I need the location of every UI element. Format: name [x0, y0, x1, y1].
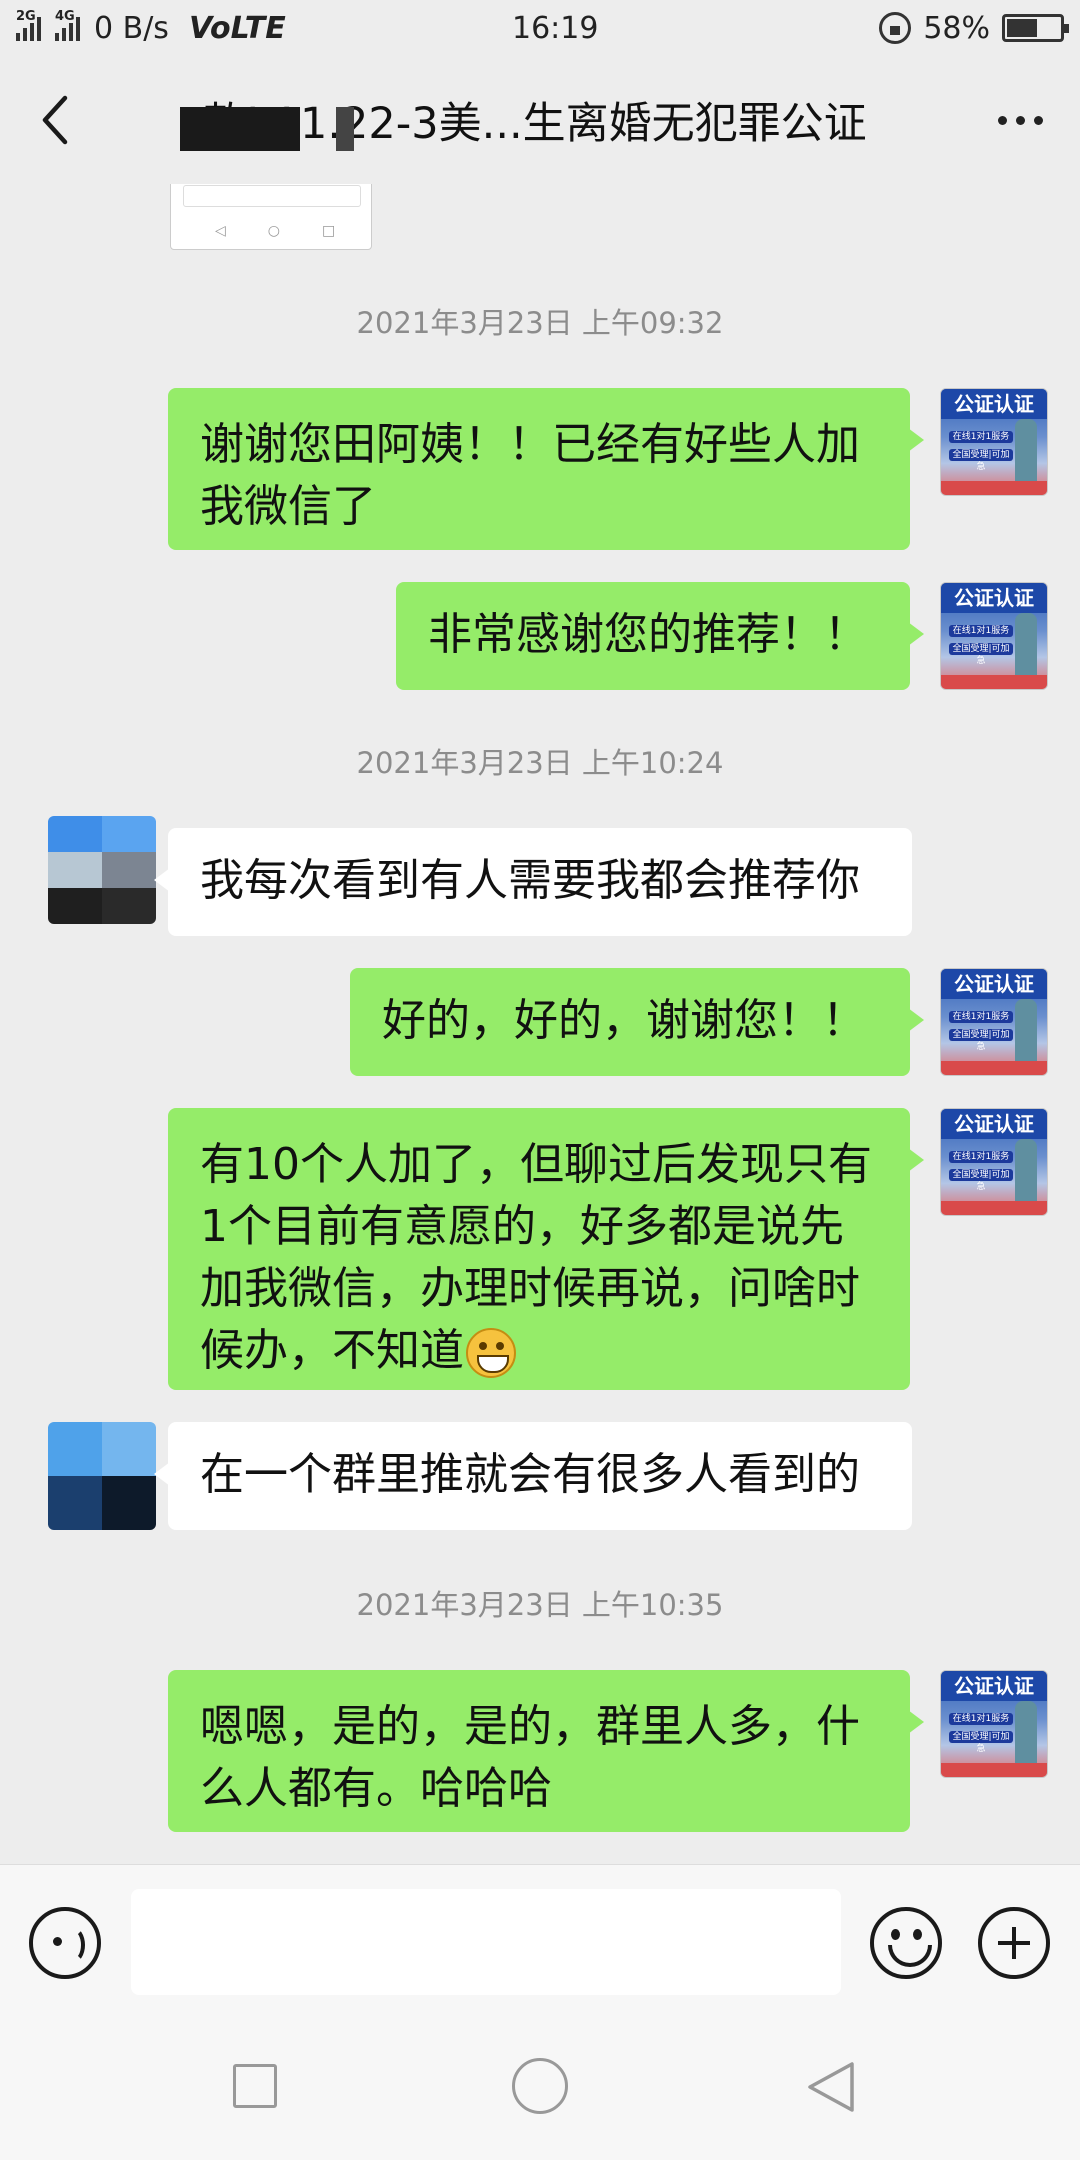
avatar-title: 公证认证: [941, 969, 1047, 999]
timestamp: 2021年3月23日 上午10:24: [356, 746, 724, 780]
message-text: 有10个人加了，但聊过后发现只有 1个目前有意愿的，好多都是说先 加我微信，办理…: [200, 1139, 872, 1376]
avatar-footer: [941, 481, 1047, 495]
thumbnail-input: [183, 185, 361, 207]
statue-icon: [1015, 999, 1037, 1069]
avatar-row: 在线1对1服务: [949, 1011, 1013, 1023]
avatar-row: 全国受理|可加急: [949, 1169, 1013, 1192]
emoji-button[interactable]: [870, 1907, 942, 1979]
avatar-row: 全国受理|可加急: [949, 1029, 1013, 1052]
statue-icon: [1015, 419, 1037, 489]
statue-icon: [1015, 613, 1037, 683]
dot-icon: [1033, 115, 1043, 125]
chat-title-text: 款Ⅰ 11.22-3美...生离婚无犯罪公证: [203, 99, 867, 149]
statue-icon: [1015, 1701, 1037, 1771]
avatar-self[interactable]: 公证认证 在线1对1服务 全国受理|可加急: [940, 1670, 1048, 1778]
message-input[interactable]: [131, 1889, 841, 1995]
message-bubble-outgoing[interactable]: 好的，好的，谢谢您！！: [350, 968, 924, 1076]
message-bubble-outgoing[interactable]: 谢谢您田阿姨！！已经有好些人加 我微信了: [168, 388, 924, 550]
home-button[interactable]: [512, 2058, 568, 2114]
image-message-thumbnail[interactable]: ◁○□: [170, 184, 372, 250]
signal-label: 2G: [16, 9, 36, 24]
avatar-contact[interactable]: [48, 816, 156, 924]
avatar-row: 在线1对1服务: [949, 1713, 1013, 1725]
message-bubble-outgoing[interactable]: 有10个人加了，但聊过后发现只有 1个目前有意愿的，好多都是说先 加我微信，办理…: [168, 1108, 924, 1390]
avatar-title: 公证认证: [941, 1671, 1047, 1701]
avatar-footer: [941, 1201, 1047, 1215]
battery-percent: 58%: [923, 10, 990, 46]
volte-indicator: VoLTE: [188, 10, 286, 46]
signal-label-2: 4G: [55, 9, 75, 24]
thumbnail-nav: ◁○□: [215, 223, 378, 239]
more-actions-button[interactable]: [978, 1907, 1050, 1979]
avatar-row: 在线1对1服务: [949, 625, 1013, 637]
dot-icon: [1015, 115, 1025, 125]
chat-header: 款Ⅰ 11.22-3美...生离婚无犯罪公证: [0, 56, 1080, 184]
avatar-title: 公证认证: [941, 389, 1047, 419]
message-bubble-outgoing[interactable]: 非常感谢您的推荐！！: [396, 582, 924, 690]
more-options-button[interactable]: [960, 56, 1080, 184]
avatar-title: 公证认证: [941, 583, 1047, 613]
clock: 16:19: [512, 10, 599, 46]
avatar-title: 公证认证: [941, 1109, 1047, 1139]
avatar-self[interactable]: 公证认证 在线1对1服务 全国受理|可加急: [940, 1108, 1048, 1216]
timestamp: 2021年3月23日 上午10:35: [356, 1588, 724, 1622]
avatar-footer: [941, 1061, 1047, 1075]
chat-title[interactable]: 款Ⅰ 11.22-3美...生离婚无犯罪公证: [110, 89, 960, 151]
avatar-self[interactable]: 公证认证 在线1对1服务 全国受理|可加急: [940, 388, 1048, 496]
message-bubble-incoming[interactable]: 在一个群里推就会有很多人看到的: [154, 1422, 912, 1530]
rotation-lock-icon: [879, 12, 912, 44]
signal-icon-2: 4G: [55, 9, 80, 41]
battery-fill: [1007, 19, 1038, 37]
input-bar: [0, 1864, 1080, 2014]
battery-icon: [1002, 14, 1069, 42]
status-bar: 2G 4G 0 B/s VoLTE 16:19 58%: [0, 0, 1080, 56]
chevron-left-icon: [42, 95, 68, 145]
voice-input-button[interactable]: [29, 1907, 101, 1979]
statue-icon: [1015, 1139, 1037, 1209]
signal-icon: 2G: [16, 9, 41, 41]
back-button[interactable]: [0, 56, 110, 184]
network-speed: 0 B/s: [94, 10, 169, 46]
avatar-row: 在线1对1服务: [949, 431, 1013, 443]
timestamp: 2021年3月23日 上午09:32: [356, 306, 724, 340]
avatar-self[interactable]: 公证认证 在线1对1服务 全国受理|可加急: [940, 968, 1048, 1076]
message-bubble-outgoing[interactable]: 嗯嗯，是的，是的，群里人多，什 么人都有。哈哈哈: [168, 1670, 924, 1832]
message-bubble-incoming[interactable]: 我每次看到有人需要我都会推荐你: [154, 828, 912, 936]
grinning-face-icon: [466, 1328, 516, 1378]
dot-icon: [997, 115, 1007, 125]
avatar-footer: [941, 1763, 1047, 1777]
avatar-contact[interactable]: [48, 1422, 156, 1530]
avatar-row: 在线1对1服务: [949, 1151, 1013, 1163]
system-navigation-bar: [0, 2014, 1080, 2160]
avatar-row: 全国受理|可加急: [949, 643, 1013, 666]
avatar-row: 全国受理|可加急: [949, 449, 1013, 472]
avatar-footer: [941, 675, 1047, 689]
recent-apps-button[interactable]: [233, 2064, 277, 2108]
back-triangle-icon[interactable]: [806, 2060, 856, 2114]
status-left: 2G 4G 0 B/s VoLTE: [16, 9, 456, 46]
avatar-row: 全国受理|可加急: [949, 1731, 1013, 1754]
status-right: 58%: [879, 10, 1069, 46]
message-list[interactable]: ◁○□ 2021年3月23日 上午09:32 谢谢您田阿姨！！已经有好些人加 我…: [0, 184, 1080, 1864]
redaction-mark-2: [336, 107, 354, 151]
redaction-mark: [180, 107, 300, 151]
avatar-self[interactable]: 公证认证 在线1对1服务 全国受理|可加急: [940, 582, 1048, 690]
